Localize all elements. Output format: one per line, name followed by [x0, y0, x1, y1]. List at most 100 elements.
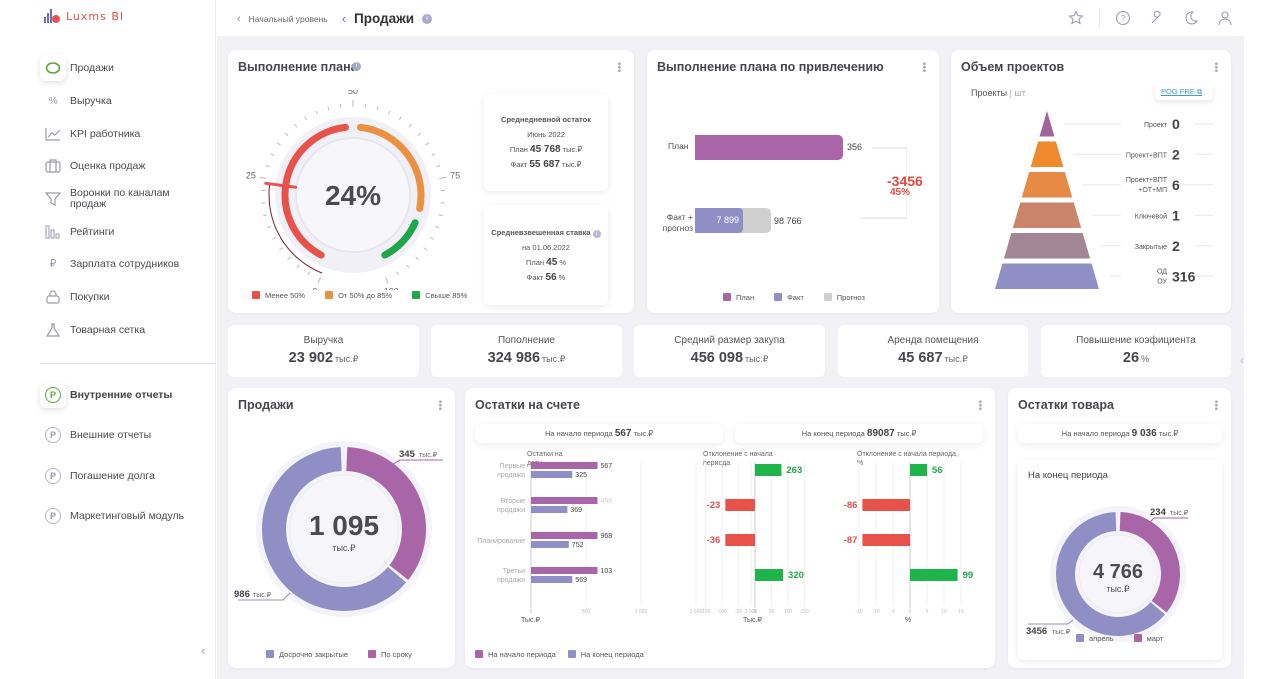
fact-bar: 7 899 [695, 208, 743, 233]
card-menu-button[interactable]: ••• [1210, 400, 1221, 411]
pyramid-level [1039, 111, 1055, 137]
user-icon[interactable] [1214, 8, 1236, 28]
chevron-left-icon[interactable]: ‹ [342, 11, 346, 26]
bar-negative [725, 499, 755, 511]
sidebar-item-revenue[interactable]: % Выручка [40, 85, 210, 118]
callout-value: 3456 [1026, 626, 1047, 637]
legend-item: От 50% до 85% [325, 291, 392, 300]
theme-icon[interactable] [1180, 8, 1202, 28]
legend-item: Менее 50% [252, 291, 305, 300]
bar-end [531, 541, 569, 548]
daily-balance-period: Июнь 2022 [527, 130, 565, 139]
card-menu-button[interactable]: ••• [613, 62, 624, 73]
pyramid-level [1003, 233, 1091, 259]
bar-value: 968 [601, 533, 613, 540]
fact-row-label: Факт + прогноз [662, 212, 693, 233]
card-title: Выполнение плана по привлечению [657, 60, 884, 74]
panel-title: Отклонение с начала [703, 451, 773, 458]
info-icon[interactable]: i [422, 13, 432, 24]
gauge-tick [398, 116, 402, 121]
info-icon[interactable]: i [352, 62, 361, 71]
kpi-label: Пополнение [497, 335, 556, 346]
legend-item: План [723, 293, 754, 302]
attraction-legend: План Факт Прогноз [723, 293, 865, 302]
breadcrumb-root[interactable]: Начальный уровень [249, 14, 328, 24]
panel-title: Отклонение с начала периода, [857, 451, 958, 458]
category-label: продажи [497, 472, 525, 479]
breadcrumb: ‹ Начальный уровень ‹ Продажи i [237, 11, 432, 26]
account-card: Остатки на счете ••• На начало периода 5… [465, 388, 995, 668]
card-menu-button[interactable]: ••• [1210, 62, 1221, 73]
sidebar-item-product-grid[interactable]: Товарная сетка [40, 314, 210, 347]
sidebar-item-internal-reports[interactable]: P Внутренние отчеты [40, 375, 210, 415]
pyramid-level [995, 263, 1099, 289]
kpi-replenishment: Пополнение 324 986 тыс.₽ [431, 325, 622, 377]
bar-end [531, 471, 573, 478]
gauge-legend: Менее 50% От 50% до 85% Свыше 85% [252, 291, 467, 300]
sidebar-item-purchases[interactable]: Покупки [40, 281, 210, 314]
panel-title: периода [703, 460, 730, 467]
x-tick-label: -15 [855, 609, 862, 615]
star-icon[interactable] [1065, 8, 1087, 28]
sidebar-item-sales-rating[interactable]: Оценка продаж [40, 150, 210, 183]
category-label: Планирование [477, 538, 525, 545]
x-axis-label: Тыс.₽ [521, 617, 540, 624]
callout-value: 986 [234, 589, 250, 600]
sidebar-item-salary[interactable]: ₽ Зарплата сотрудников [40, 248, 210, 281]
sidebar: Luxms BI Продажи % Выручка KPI работника… [0, 0, 216, 679]
category-label: продажи [497, 577, 525, 584]
gauge-tick [406, 264, 410, 269]
donut-total: 1 095 [309, 510, 379, 541]
gauge-tick [423, 247, 428, 251]
wrench-icon[interactable] [1146, 8, 1168, 28]
callout-unit: тыс.₽ [419, 452, 438, 459]
pyramid-value: 0 [1172, 116, 1180, 132]
forecast-value: 98 766 [774, 216, 802, 226]
gauge-tick [263, 214, 268, 217]
sidebar-item-external-reports[interactable]: P Внешние отчеты [40, 415, 210, 455]
logo-text: Luxms BI [66, 9, 125, 23]
sidebar-item-funnels[interactable]: Воронки по каналам продаж [40, 183, 210, 216]
bar-end [531, 506, 568, 513]
sidebar-item-ratings[interactable]: Рейтинги [40, 215, 210, 248]
bar-value: 103 [601, 568, 613, 575]
sidebar-item-debt-repayment[interactable]: P Погашение долга [40, 456, 210, 496]
card-menu-button[interactable]: ••• [434, 400, 445, 411]
goods-end-card: На конец периода 4 766 тыс.₽ 234 тыс.₽ 3456 т… [1018, 460, 1222, 660]
top-actions: ? [1059, 8, 1280, 28]
kpi-label: Аренда помещения [887, 335, 979, 346]
bar-value: -87 [844, 535, 858, 546]
help-icon[interactable]: ? [1112, 8, 1134, 28]
bar-end [531, 576, 573, 583]
card-title: Объем проектов [961, 60, 1065, 74]
sidebar-item-sales[interactable]: Продажи [40, 52, 210, 85]
sidebar-item-marketing-module[interactable]: P Маркетинговый модуль [40, 496, 210, 536]
dashboard: Выполнение плана i ••• 025507510024% Мен… [217, 36, 1244, 679]
gauge-tick [265, 164, 270, 168]
daily-fact: Факт 55 687 тыс.₽ [510, 159, 582, 170]
x-axis-label: % [905, 617, 911, 624]
top-bar: ‹ Начальный уровень ‹ Продажи i ? [217, 0, 1280, 36]
logo[interactable]: Luxms BI [44, 9, 124, 23]
page-title: Продажи [354, 11, 414, 26]
percent-icon: % [48, 95, 58, 108]
info-icon[interactable]: i [592, 230, 601, 238]
pyramid-label: ОД [1157, 268, 1167, 275]
goods-legend: апрель март [1076, 634, 1163, 643]
collapse-sidebar-chevron-icon[interactable]: ‹ [201, 643, 205, 658]
kpi-value: 324 986 тыс.₽ [487, 350, 566, 366]
card-menu-button[interactable]: ••• [918, 62, 929, 73]
bar-value: 325 [575, 472, 587, 479]
legend-item: Свыше 85% [412, 291, 467, 300]
goods-start-summary: На начало периода 9 036 тыс.₽ [1018, 424, 1222, 443]
external-link-button[interactable]: POG FRE ⧉ [1155, 84, 1213, 100]
gauge-tick [278, 247, 283, 251]
sidebar-item-kpi[interactable]: KPI работника [40, 117, 210, 150]
piggy-bank-icon [40, 55, 66, 82]
daily-plan: План 45 768 тыс.₽ [509, 144, 583, 155]
chevron-left-icon[interactable]: ‹ [237, 13, 241, 25]
expand-panel-chevron-icon[interactable]: ‹ [1240, 353, 1244, 367]
account-end-summary: На конец периода 89087 тыс.₽ [735, 424, 983, 443]
card-menu-button[interactable]: ••• [974, 400, 985, 411]
external-link-icon: ⧉ [1196, 87, 1203, 96]
